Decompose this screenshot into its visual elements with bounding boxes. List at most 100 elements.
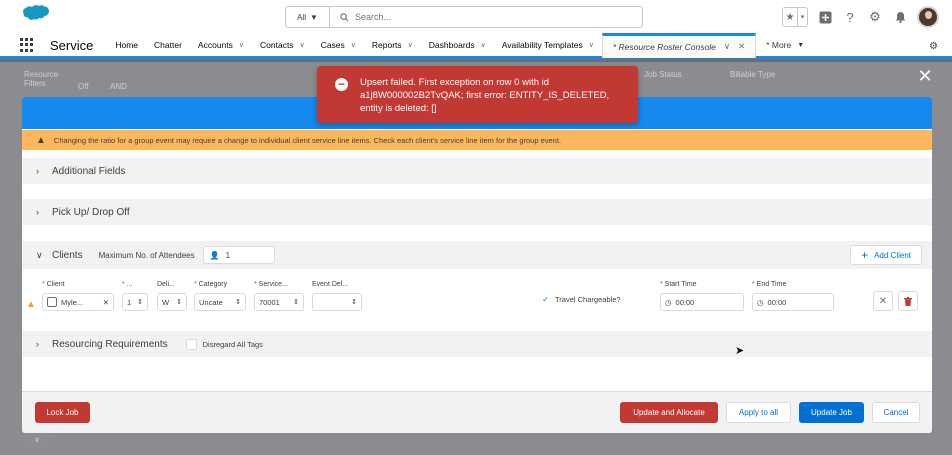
add-client-button[interactable]: + Add Client [850,245,922,265]
chevron-right-icon: › [36,207,39,217]
nav-item-cases[interactable]: Cases ∨ [321,40,356,50]
max-attendees-value: 1 [225,250,231,260]
stepper-icon[interactable]: ⇕ [351,299,357,306]
event-del-select[interactable]: ⇕ [312,293,362,311]
tab-resource-roster-console[interactable]: * Resource Roster Console ∨ ✕ [601,32,757,58]
update-allocate-label: Update and Allocate [633,408,705,417]
chevron-right-icon: › [36,339,39,349]
section-title: Resourcing Requirements [52,338,168,350]
travel-chargeable[interactable]: ✓ Travel Chargeable? [540,294,621,305]
start-time-label: * Start Time [660,281,697,288]
section-resourcing-requirements[interactable]: › Resourcing Requirements Disregard All … [22,331,932,357]
stepper-icon[interactable]: ⇕ [293,299,299,306]
travel-chargeable-label: Travel Chargeable? [555,295,621,304]
help-icon[interactable]: ? [842,9,858,25]
client-lookup[interactable]: Myle... ✕ [42,293,114,311]
nav-more-menu[interactable]: * More ▼ [766,40,804,50]
delete-row-button[interactable] [898,291,918,311]
client-value: Myle... [61,297,84,307]
nav-item-label: Contacts [260,40,294,50]
nav-item-label: Chatter [154,40,182,50]
delivery-select[interactable]: W ⇕ [157,293,187,311]
section-pickup-dropoff[interactable]: › Pick Up/ Drop Off [22,199,932,225]
tab-label: * Resource Roster Console [612,41,716,52]
warning-banner: ▲ Changing the ratio for a group event m… [22,130,932,150]
nav-item-accounts[interactable]: Accounts ∨ [198,40,244,50]
chevron-down-icon[interactable]: ∨ [351,41,356,49]
salesforce-cloud-icon[interactable] [20,4,50,26]
nav-item-label: Dashboards [428,40,475,50]
disregard-tags[interactable]: Disregard All Tags [185,338,263,350]
ratio-stepper[interactable]: 1 ⇕ [122,293,148,311]
start-time-field[interactable]: ◷ 00:00 [660,293,744,311]
chevron-down-icon[interactable]: ∨ [36,250,44,261]
end-time-field[interactable]: ◷ 00:00 [752,293,834,311]
section-additional-fields[interactable]: › Additional Fields [22,158,932,184]
nav-item-home[interactable]: Home [115,40,138,50]
update-and-allocate-button[interactable]: Update and Allocate [620,402,718,423]
disregard-tags-checkbox[interactable] [185,338,197,350]
ratio-label: * ... [122,281,133,288]
app-nav-bar: Service Home Chatter Accounts ∨ Contacts ∨… [0,32,952,59]
chevron-down-icon[interactable]: ∨ [300,41,305,49]
background-dropdown: ∨ [20,432,54,448]
billable-type-label: Billable Type [730,70,776,79]
gear-icon[interactable]: ⚙ [929,41,938,52]
global-search[interactable]: All ▼ [285,6,643,28]
chevron-down-icon[interactable]: ∨ [589,41,594,49]
close-icon[interactable]: ✕ [738,41,745,52]
nav-item-dashboards[interactable]: Dashboards ∨ [429,40,486,50]
chevron-down-icon: ▼ [309,12,318,22]
chevron-down-icon[interactable]: ▾ [797,8,807,26]
edit-job-modal: ▲ Changing the ratio for a group event m… [22,97,932,433]
chevron-down-icon[interactable]: ∨ [239,41,244,49]
service-select[interactable]: 70001 ⇕ [254,293,304,311]
cancel-label: Cancel [883,408,909,417]
nav-item-chatter[interactable]: Chatter [154,40,182,50]
header-icons: ★ ▾ ? ⚙ [782,6,939,28]
chevron-down-icon[interactable]: ∨ [408,41,413,49]
close-icon[interactable]: ✕ [916,67,934,85]
user-icon: 👤 [209,250,220,260]
clock-icon: ◷ [665,297,672,307]
stepper-icon[interactable]: ⇕ [176,299,182,306]
star-icon[interactable]: ★ [783,8,797,26]
lock-job-button[interactable]: Lock Job [35,402,90,423]
favorites-group[interactable]: ★ ▾ [782,7,808,27]
search-input[interactable] [355,12,555,22]
nav-item-availability-templates[interactable]: Availability Templates ∨ [502,40,594,50]
error-message: Upsert failed. First exception on row 0 … [360,77,610,114]
app-launcher-icon[interactable] [20,38,34,52]
nav-item-label: Cases [320,40,345,50]
max-attendees-label: Maximum No. of Attendees [98,250,195,260]
close-icon[interactable]: ✕ [103,298,109,307]
warning-icon: ▲ [36,134,46,146]
nav-item-contacts[interactable]: Contacts ∨ [260,40,305,50]
clock-icon: ◷ [757,297,764,307]
cancel-button[interactable]: Cancel [872,402,920,423]
travel-chargeable-checkbox[interactable]: ✓ [540,294,551,305]
apply-to-all-button[interactable]: Apply to all [726,402,791,423]
event-del-label: Event Del... [312,281,349,288]
chevron-right-icon: › [36,166,39,176]
search-scope-select[interactable]: All ▼ [286,7,330,27]
gear-icon[interactable]: ⚙ [867,9,883,25]
nav-item-label: Home [115,40,139,50]
stepper-icon[interactable]: ⇕ [137,299,143,306]
nav-item-label: Reports [371,40,402,50]
chevron-down-icon[interactable]: ∨ [724,41,730,52]
bell-icon[interactable] [892,9,908,25]
avatar[interactable] [917,6,939,28]
clear-row-button[interactable]: ✕ [873,291,893,311]
section-title: Pick Up/ Drop Off [52,206,130,218]
delete-icon [904,296,912,306]
nav-item-reports[interactable]: Reports ∨ [372,40,413,50]
category-select[interactable]: Uncate ⇕ [194,293,246,311]
chevron-down-icon[interactable]: ∨ [481,41,486,49]
stepper-icon[interactable]: ⇕ [235,299,241,306]
job-status-label: Job Status [644,70,682,79]
max-attendees-field[interactable]: 👤 1 [202,246,275,264]
update-job-button[interactable]: Update Job [799,402,864,423]
search-field[interactable] [330,7,642,27]
plus-square-icon[interactable] [817,9,833,25]
